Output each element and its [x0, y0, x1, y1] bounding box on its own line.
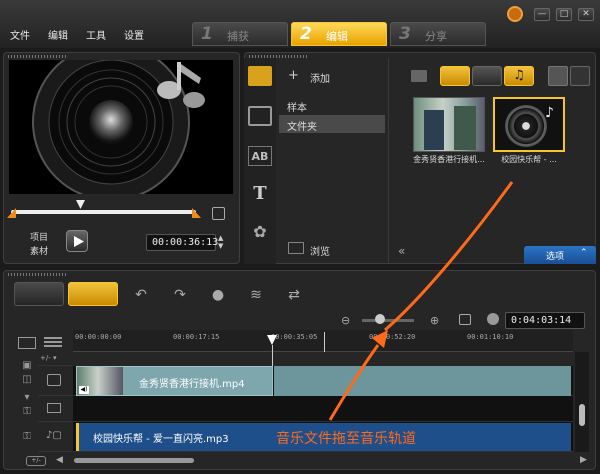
annotation-text: 音乐文件拖至音乐轨道 — [276, 431, 416, 447]
drag-annotation-arrow — [328, 181, 514, 421]
